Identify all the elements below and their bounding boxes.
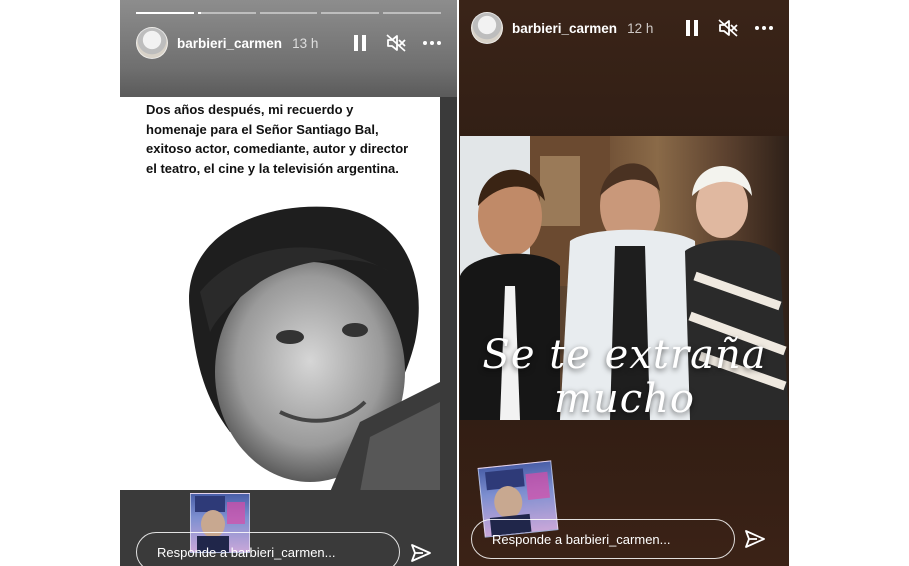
reply-placeholder: Responde a barbieri_carmen... bbox=[157, 544, 336, 560]
more-horizontal-icon[interactable] bbox=[753, 17, 775, 39]
speaker-muted-icon[interactable] bbox=[717, 17, 739, 39]
avatar[interactable] bbox=[136, 27, 168, 59]
more-horizontal-icon[interactable] bbox=[421, 32, 443, 54]
progress-segment bbox=[259, 12, 318, 14]
overlay-text-line-2: mucho bbox=[554, 376, 695, 420]
reply-input[interactable]: Responde a barbieri_carmen... bbox=[471, 519, 735, 559]
overlay-text-line-1: Se te extraña bbox=[482, 332, 767, 378]
timestamp: 13 h bbox=[292, 35, 319, 51]
progress-segment bbox=[197, 12, 256, 14]
story-header: barbieri_carmen 13 h bbox=[136, 26, 443, 60]
username[interactable]: barbieri_carmen bbox=[512, 21, 617, 36]
story-caption: Dos años después, mi recuerdo y homenaje… bbox=[146, 102, 409, 176]
story-image: Dos años después, mi recuerdo y homenaje… bbox=[120, 97, 440, 490]
pause-icon[interactable] bbox=[349, 32, 371, 54]
story-side-strip bbox=[440, 97, 457, 490]
reply-placeholder: Responde a barbieri_carmen... bbox=[492, 531, 671, 547]
reply-input[interactable]: Responde a barbieri_carmen... bbox=[136, 532, 400, 566]
speaker-muted-icon[interactable] bbox=[385, 32, 407, 54]
story-viewer-right[interactable]: barbieri_carmen 12 h Se te extraña mucho… bbox=[459, 0, 789, 566]
story-image: Se te extraña mucho bbox=[460, 136, 789, 420]
username[interactable]: barbieri_carmen bbox=[177, 36, 282, 51]
story-progress-bar bbox=[136, 12, 441, 14]
portrait-photo bbox=[189, 206, 440, 490]
timestamp: 12 h bbox=[627, 20, 654, 36]
story-header: barbieri_carmen 12 h bbox=[471, 11, 775, 45]
pause-icon[interactable] bbox=[681, 17, 703, 39]
paper-plane-icon[interactable] bbox=[743, 528, 767, 552]
progress-segment bbox=[383, 12, 441, 14]
avatar[interactable] bbox=[471, 12, 503, 44]
story-viewer-left[interactable]: barbieri_carmen 13 h Dos años después, m… bbox=[120, 0, 457, 566]
paper-plane-icon[interactable] bbox=[409, 542, 433, 566]
progress-segment bbox=[321, 12, 380, 14]
progress-segment bbox=[136, 12, 194, 14]
